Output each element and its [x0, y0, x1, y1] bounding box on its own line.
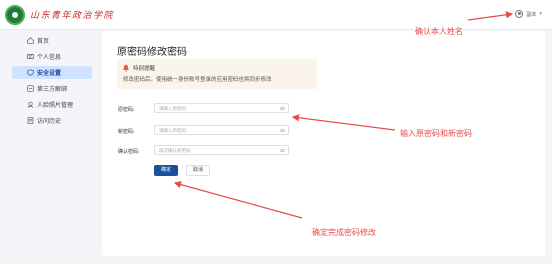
page-title: 原密码修改密码 — [117, 47, 187, 58]
new-password-input[interactable]: 请输入新密码 — [154, 125, 289, 135]
confirm-button[interactable]: 确定 — [154, 165, 178, 176]
notice-box: 特别提醒 修改密码后，使用统一身份账号登录的应用密码也将同步修改 — [117, 59, 317, 89]
user-name: 副本 — [526, 11, 537, 18]
user-icon — [515, 10, 524, 18]
old-password-label: 原密码: — [118, 107, 135, 113]
user-menu[interactable]: 副本 ▾ — [515, 10, 542, 18]
eye-icon[interactable] — [280, 149, 285, 152]
shield-icon — [27, 69, 34, 76]
sidebar-item-label: 人脸照片管理 — [37, 102, 74, 109]
home-icon — [27, 37, 34, 44]
sidebar-item-label: 安全设置 — [37, 70, 62, 77]
school-logo — [5, 5, 25, 25]
sidebar-item-label: 首页 — [37, 38, 50, 45]
sidebar-item-face[interactable]: 人脸照片管理 — [12, 98, 92, 111]
confirm-password-label: 确认密码: — [118, 149, 140, 155]
confirm-password-placeholder: 再次确认新密码 — [159, 149, 191, 154]
annotation-enter-passwords: 输入原密码和新密码 — [400, 129, 472, 138]
sidebar-item-history[interactable]: 访问历史 — [12, 114, 92, 127]
new-password-label: 新密码: — [118, 129, 135, 135]
top-bar: 山东青年政治学院 副本 ▾ — [0, 0, 552, 30]
sidebar-item-home[interactable]: 首页 — [12, 34, 92, 47]
history-icon — [27, 117, 34, 124]
sidebar-item-security[interactable]: 安全设置 — [12, 66, 92, 79]
sidebar-item-unbind[interactable]: 第三方解绑 — [12, 82, 92, 95]
eye-icon[interactable] — [280, 129, 285, 132]
annotation-confirm-change: 确定完成密码修改 — [312, 228, 376, 237]
sidebar: 首页 个人信息 安全设置 第三方解绑 人脸照片管理 访问历史 — [0, 31, 98, 264]
main-panel: 原密码修改密码 特别提醒 修改密码后，使用统一身份账号登录的应用密码也将同步修改… — [102, 31, 545, 256]
confirm-password-input[interactable]: 再次确认新密码 — [154, 145, 289, 155]
new-password-placeholder: 请输入新密码 — [159, 129, 186, 134]
old-password-placeholder: 请输入原密码 — [159, 107, 186, 112]
chevron-down-icon: ▾ — [539, 11, 542, 17]
face-icon — [27, 101, 34, 108]
annotation-verify-name: 确认本人姓名 — [415, 27, 463, 36]
sidebar-item-profile[interactable]: 个人信息 — [12, 50, 92, 63]
school-name: 山东青年政治学院 — [30, 11, 115, 21]
notice-text: 修改密码后，使用统一身份账号登录的应用密码也将同步修改 — [123, 77, 272, 83]
old-password-input[interactable]: 请输入原密码 — [154, 103, 289, 113]
id-card-icon — [27, 54, 34, 59]
sidebar-item-label: 第三方解绑 — [37, 86, 68, 93]
unlink-icon — [27, 85, 34, 92]
eye-icon[interactable] — [280, 107, 285, 110]
bell-icon — [123, 64, 129, 72]
notice-title: 特别提醒 — [133, 66, 156, 72]
sidebar-item-label: 个人信息 — [37, 54, 62, 61]
cancel-button[interactable]: 取消 — [186, 165, 210, 176]
sidebar-item-label: 访问历史 — [37, 118, 62, 125]
